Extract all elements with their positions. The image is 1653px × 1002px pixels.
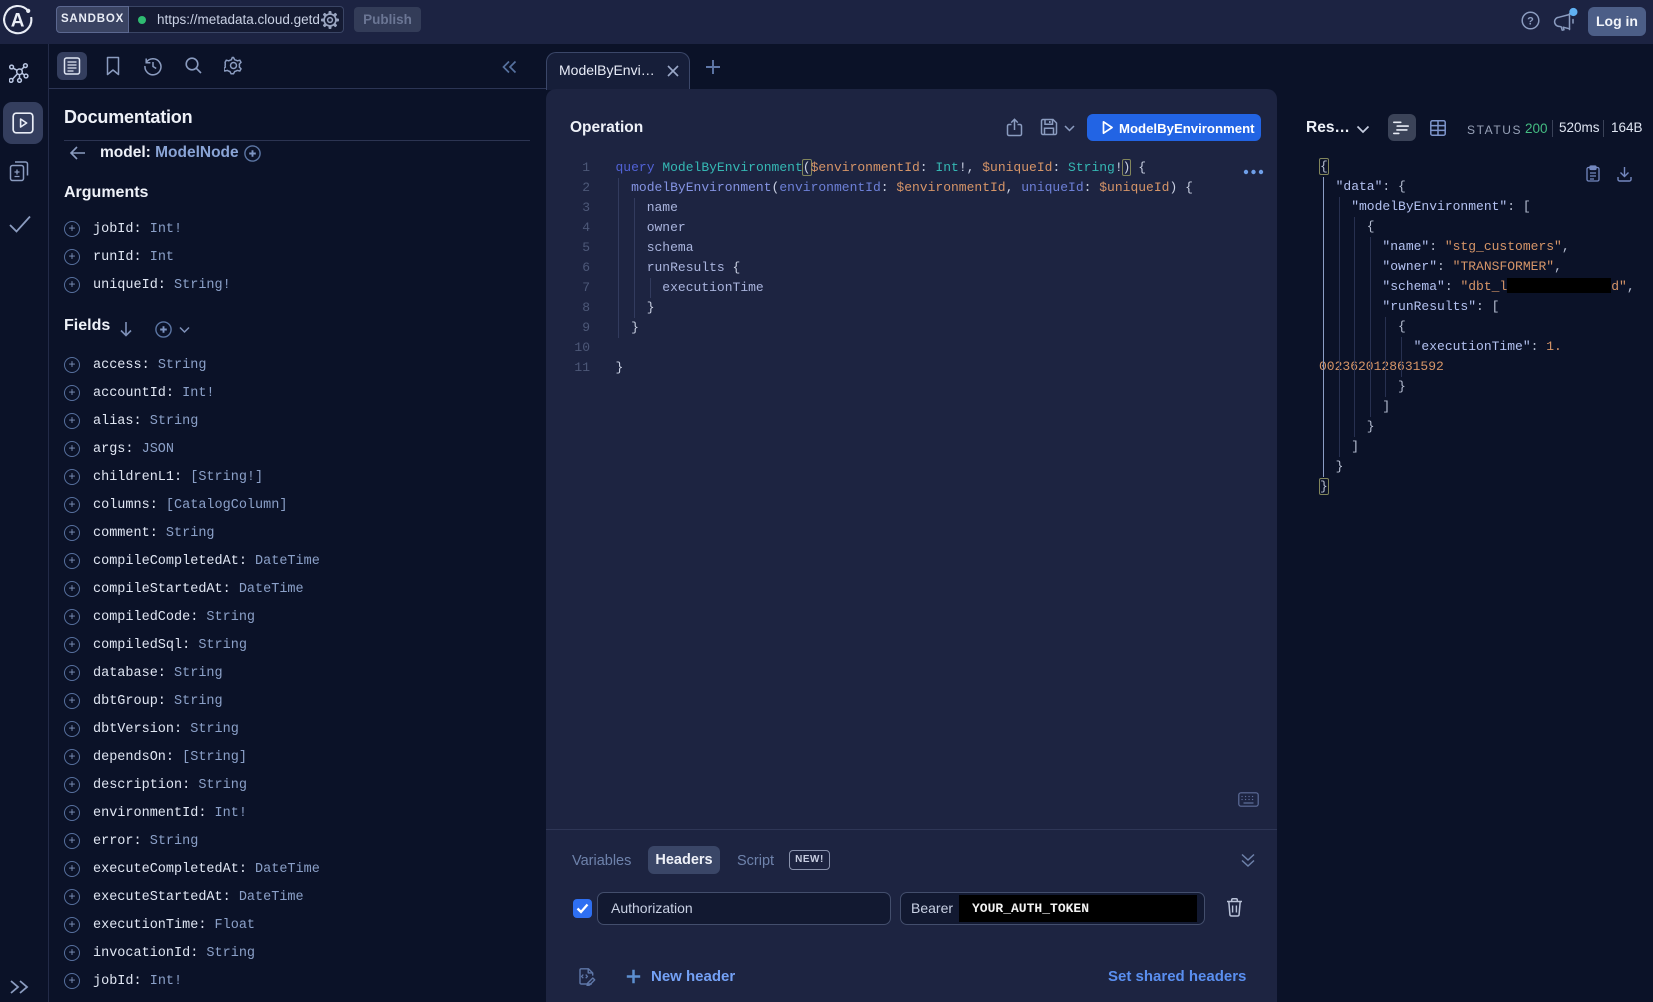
svg-text:?: ? xyxy=(1527,16,1534,28)
svg-text:A: A xyxy=(11,10,25,31)
